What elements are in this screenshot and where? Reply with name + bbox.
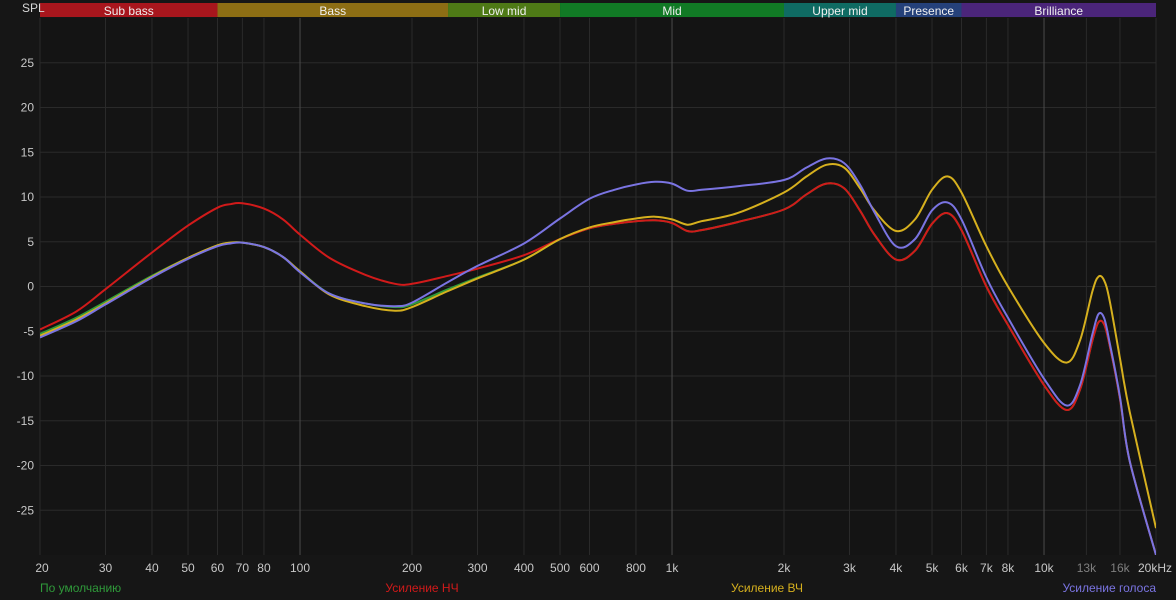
legend-item[interactable]: Усиление ВЧ — [731, 581, 803, 595]
x-tick-label: 2k — [778, 561, 792, 575]
legend-item[interactable]: Усиление голоса — [1062, 581, 1156, 595]
legend-item[interactable]: По умолчанию — [40, 581, 121, 595]
x-tick-label: 20kHz — [1138, 561, 1172, 575]
band-label: Low mid — [482, 4, 527, 18]
frequency-bands: Sub bass Bass Low mid Mid Upper mid Presence B… — [40, 3, 1156, 18]
x-tick-label: 400 — [514, 561, 534, 575]
band-label: Sub bass — [104, 4, 154, 18]
y-tick-label: -5 — [23, 324, 34, 338]
x-tick-label: 30 — [99, 561, 113, 575]
band-label: Brilliance — [1034, 4, 1083, 18]
band-label: Upper mid — [812, 4, 867, 18]
x-tick-label: 8k — [1002, 561, 1016, 575]
x-tick-label: 300 — [467, 561, 487, 575]
x-tick-label: 13k — [1077, 561, 1097, 575]
x-tick-label: 5k — [926, 561, 940, 575]
x-tick-label: 500 — [550, 561, 570, 575]
x-tick-label: 80 — [257, 561, 271, 575]
x-tick-label: 100 — [290, 561, 310, 575]
y-tick-label: -15 — [17, 414, 35, 428]
y-tick-label: -20 — [17, 459, 35, 473]
y-tick-label: -10 — [17, 369, 35, 383]
y-tick-label: -25 — [17, 503, 35, 517]
y-tick-label: 10 — [21, 190, 35, 204]
x-tick-label: 16k — [1110, 561, 1130, 575]
y-tick-label: 20 — [21, 101, 35, 115]
x-tick-label: 7k — [980, 561, 994, 575]
legend-item[interactable]: Усиление НЧ — [385, 581, 458, 595]
x-tick-label: 20 — [35, 561, 49, 575]
x-tick-label: 6k — [955, 561, 969, 575]
x-tick-label: 70 — [236, 561, 250, 575]
x-tick-label: 600 — [579, 561, 599, 575]
x-tick-label: 200 — [402, 561, 422, 575]
x-tick-label: 4k — [890, 561, 904, 575]
y-tick-label: 25 — [21, 56, 35, 70]
band-label: Bass — [319, 4, 346, 18]
x-tick-label: 3k — [843, 561, 857, 575]
x-tick-label: 40 — [145, 561, 159, 575]
x-tick-label: 1k — [666, 561, 680, 575]
y-tick-label: 5 — [27, 235, 34, 249]
x-tick-label: 10k — [1034, 561, 1054, 575]
frequency-response-chart: Sub bass Bass Low mid Mid Upper mid Presence B… — [0, 0, 1176, 600]
x-tick-label: 800 — [626, 561, 646, 575]
x-tick-label: 50 — [181, 561, 195, 575]
y-tick-label: 0 — [27, 280, 34, 294]
band-label: Presence — [903, 4, 954, 18]
y-axis-label: SPL — [22, 1, 45, 15]
band-label: Mid — [662, 4, 681, 18]
y-tick-label: 15 — [21, 145, 35, 159]
x-tick-label: 60 — [211, 561, 225, 575]
